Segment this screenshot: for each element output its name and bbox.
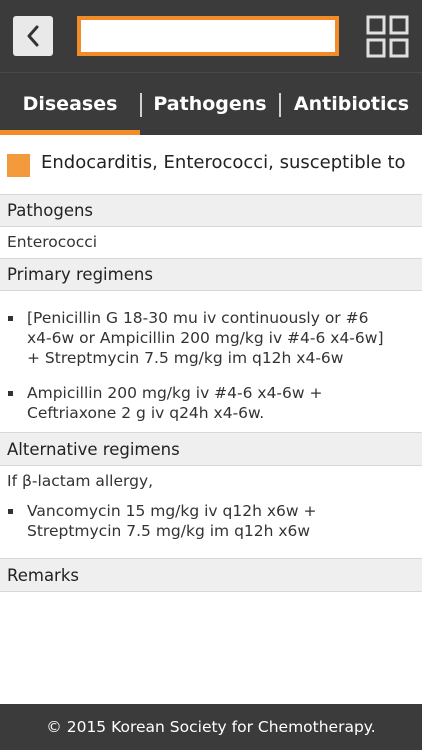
disease-title: Endocarditis, Enterococci, susceptible t… [41,152,413,173]
bullet-icon [8,391,13,396]
tab-bar: Diseases Pathogens Antibiotics [0,72,422,135]
tab-antibiotics[interactable]: Antibiotics [281,73,422,135]
bullet-icon [8,316,13,321]
menu-grid-button[interactable] [366,15,410,59]
tab-diseases[interactable]: Diseases [0,73,140,135]
section-header-alternative: Alternative regimens [0,432,422,466]
alternative-regimens-list: Vancomycin 15 mg/kg iv q12h x6w + Strept… [0,501,422,556]
list-item: Vancomycin 15 mg/kg iv q12h x6w + Strept… [0,501,422,541]
primary-regimens-list: [Penicillin G 18-30 mu iv continuously o… [0,308,422,438]
search-box[interactable] [77,16,339,56]
copyright-text: © 2015 Korean Society for Chemotherapy. [46,718,376,736]
footer: © 2015 Korean Society for Chemotherapy. [0,704,422,750]
pathogens-value: Enterococci [7,233,98,251]
search-input[interactable] [81,20,335,52]
chevron-left-icon [26,25,40,47]
regimen-text: Ampicillin 200 mg/kg iv #4-6 x4-6w + Cef… [27,384,323,422]
bullet-icon [8,509,13,514]
section-header-primary: Primary regimens [0,258,422,291]
alternative-note: If β-lactam allergy, [7,472,154,490]
regimen-text: [Penicillin G 18-30 mu iv continuously o… [27,309,384,367]
list-item: Ampicillin 200 mg/kg iv #4-6 x4-6w + Cef… [0,383,422,423]
grid-icon [366,15,410,63]
tab-pathogens[interactable]: Pathogens [142,73,278,135]
regimen-text: Vancomycin 15 mg/kg iv q12h x6w + Strept… [27,502,317,540]
disease-title-row: Endocarditis, Enterococci, susceptible t… [0,134,422,194]
title-marker [7,154,30,177]
section-header-remarks: Remarks [0,558,422,592]
list-item: [Penicillin G 18-30 mu iv continuously o… [0,308,422,368]
section-header-pathogens: Pathogens [0,194,422,227]
back-button[interactable] [13,16,53,56]
top-bar [0,0,422,72]
